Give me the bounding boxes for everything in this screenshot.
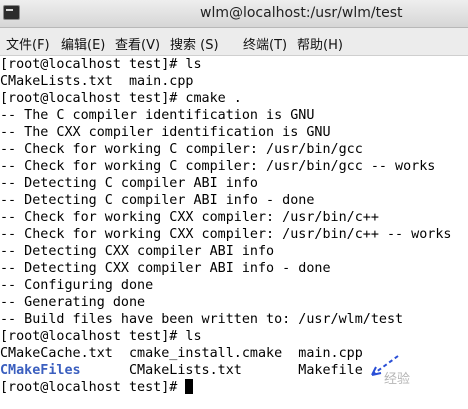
menu-terminal[interactable]: 终端(T) [243,34,287,53]
terminal-line: -- Check for working C compiler: /usr/bi… [0,159,436,174]
shell-prompt: [root@localhost test]# [0,380,186,395]
terminal-line: [root@localhost test]# ls [0,329,202,344]
terminal-line: -- Generating done [0,295,146,310]
terminal-line: -- Detecting CXX compiler ABI info - don… [0,261,331,276]
window-title: wlm@localhost:/usr/wlm/test [200,5,403,21]
terminal-line: -- The C compiler identification is GNU [0,108,315,123]
watermark: 经验 [384,372,411,387]
menu-bar: 文件(F) 编辑(E) 查看(V) 搜索 (S) 终端(T) 帮助(H) [0,28,468,56]
menu-search[interactable]: 搜索 (S) [170,34,219,53]
terminal-line: -- Detecting CXX compiler ABI info [0,244,275,259]
title-bar: wlm@localhost:/usr/wlm/test [0,0,468,28]
terminal-line: CMakeCache.txt cmake_install.cmake main.… [0,346,363,361]
menu-help[interactable]: 帮助(H) [297,34,343,53]
terminal-line: -- Check for working CXX compiler: /usr/… [0,210,379,225]
terminal-icon [3,5,20,20]
terminal-line: -- Check for working CXX compiler: /usr/… [0,227,452,242]
menu-edit[interactable]: 编辑(E) [61,34,105,53]
terminal-line: -- Detecting C compiler ABI info [0,176,258,191]
terminal-line: -- Configuring done [0,278,154,293]
ls-output-row: CMakeFiles CMakeLists.txt Makefile [0,362,363,379]
menu-file[interactable]: 文件(F) [6,34,50,53]
terminal-line: CMakeLists.txt main.cpp [0,74,194,89]
terminal-line: -- Build files have been written to: /us… [0,312,404,327]
terminal-line: -- Detecting C compiler ABI info - done [0,193,315,208]
menu-view[interactable]: 查看(V) [115,34,160,53]
prompt-line[interactable]: [root@localhost test]# [0,379,194,396]
directory-name: CMakeFiles [0,363,81,378]
terminal-line: [root@localhost test]# cmake . [0,91,242,106]
terminal-line: [root@localhost test]# ls [0,57,202,72]
makefile-name: Makefile [298,363,363,378]
terminal-line: -- The CXX compiler identification is GN… [0,125,331,140]
text-cursor [185,379,194,394]
file-names: CMakeLists.txt [80,363,299,378]
terminal-line: -- Check for working C compiler: /usr/bi… [0,142,363,157]
